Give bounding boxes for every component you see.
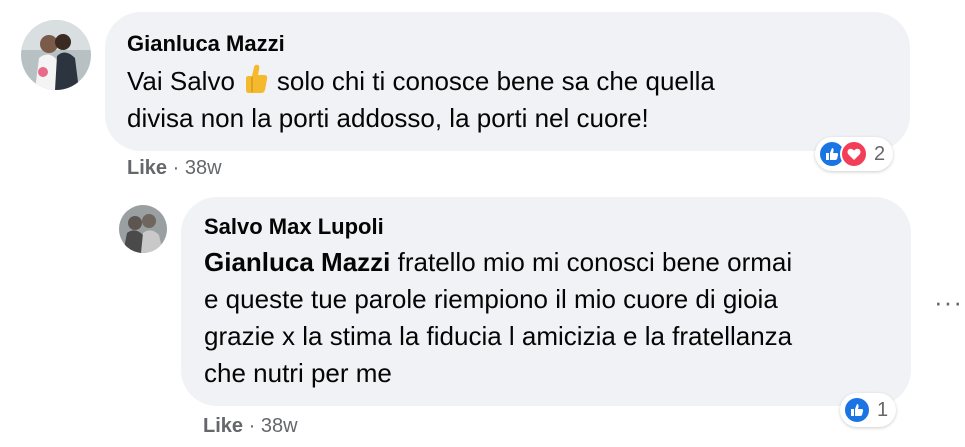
comment-text: divisa non la porti addosso, la porti ne… — [127, 103, 649, 133]
reply-actions: Like · 38w — [203, 415, 298, 438]
reply-text: e queste tue parole riempiono il mio cuo… — [204, 284, 778, 314]
comment-bubble: Gianluca Mazzi Vai Salvo solo chi ti cono… — [105, 12, 910, 151]
timestamp[interactable]: 38w — [185, 157, 222, 179]
like-button[interactable]: Like — [127, 157, 167, 179]
reply-author[interactable]: Salvo Max Lupoli — [204, 214, 384, 240]
mention-link[interactable]: Gianluca Mazzi — [204, 247, 390, 277]
thumbs-up-emoji-icon — [243, 64, 269, 104]
reply-text: fratello mio mi conosci bene ormai — [397, 247, 793, 277]
comment-actions: Like · 38w — [127, 157, 222, 180]
reaction-summary[interactable]: 2 — [815, 137, 894, 171]
reply-bubble: Salvo Max Lupoli Gianluca Mazzi fratello… — [181, 197, 911, 406]
comment-author[interactable]: Gianluca Mazzi — [127, 31, 285, 57]
love-reaction-icon — [840, 140, 868, 168]
avatar-salvo[interactable] — [119, 205, 167, 253]
more-options-icon[interactable]: ··· — [934, 287, 963, 318]
reply-text: grazie x la stima la fiducia l amicizia … — [204, 321, 793, 351]
reaction-count: 1 — [877, 398, 889, 421]
reply-text: che nutri per me — [204, 358, 392, 388]
like-button[interactable]: Like — [203, 415, 243, 437]
comment-text: Vai Salvo — [127, 66, 235, 96]
reaction-summary[interactable]: 1 — [840, 393, 897, 427]
timestamp[interactable]: 38w — [261, 415, 298, 437]
separator: · — [248, 415, 256, 437]
like-reaction-icon — [843, 396, 871, 424]
avatar-gianluca[interactable] — [21, 20, 91, 90]
reaction-count: 2 — [874, 142, 886, 165]
comment-text: solo chi ti conosce bene sa che quella — [276, 66, 715, 96]
separator: · — [172, 157, 180, 179]
